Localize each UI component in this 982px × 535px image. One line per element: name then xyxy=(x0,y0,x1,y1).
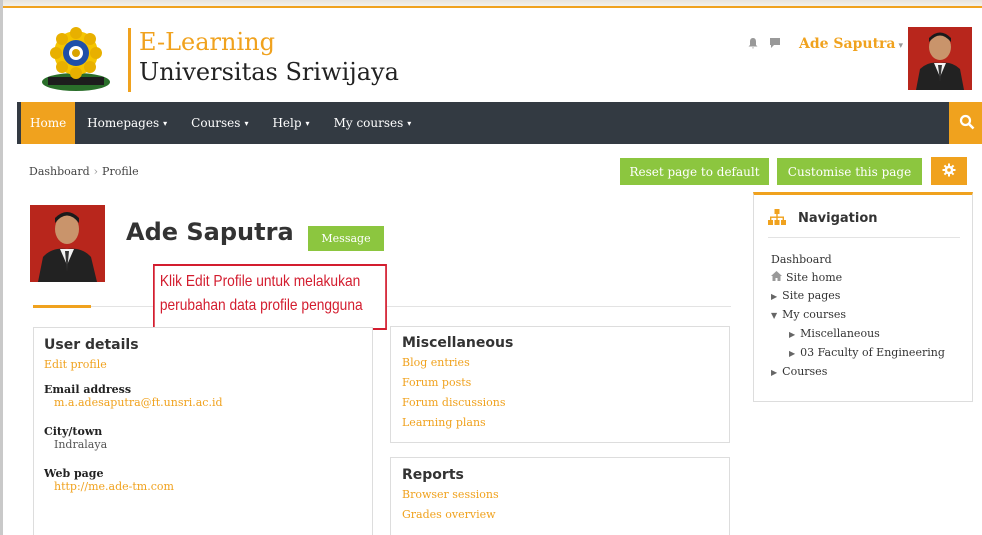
nav-courses[interactable]: Courses ▾ xyxy=(179,102,260,144)
email-value[interactable]: m.a.adesaputra@ft.unsri.ac.id xyxy=(44,396,362,409)
triangle-right-icon: ▶ xyxy=(789,349,796,358)
chevron-down-icon: ▾ xyxy=(305,118,310,128)
blog-entries-link[interactable]: Blog entries xyxy=(402,353,718,373)
nav-tree-miscellaneous-label: Miscellaneous xyxy=(800,327,880,340)
gear-icon xyxy=(942,163,956,180)
nav-tree-dashboard[interactable]: Dashboard xyxy=(771,251,945,269)
nav-home-label: Home xyxy=(30,116,67,130)
reports-title: Reports xyxy=(402,467,464,483)
nav-home[interactable]: Home xyxy=(21,102,76,144)
annotation-callout: Klik Edit Profile untuk melakukan peruba… xyxy=(153,264,387,330)
city-label: City/town xyxy=(44,425,103,438)
edit-profile-link[interactable]: Edit profile xyxy=(44,355,362,375)
chevron-down-icon: ▾ xyxy=(244,118,249,128)
navigation-title: Navigation xyxy=(798,211,878,226)
user-details-title: User details xyxy=(44,337,139,353)
nav-tree-site-pages[interactable]: ▶ Site pages xyxy=(771,287,945,306)
university-logo[interactable] xyxy=(36,27,116,93)
nav-homepages[interactable]: Homepages ▾ xyxy=(75,102,179,144)
triangle-down-icon: ▼ xyxy=(771,311,778,320)
messages-icon[interactable] xyxy=(769,37,781,52)
learning-plans-link[interactable]: Learning plans xyxy=(402,413,718,433)
triangle-right-icon: ▶ xyxy=(771,368,778,377)
breadcrumb-profile: Profile xyxy=(102,165,139,178)
miscellaneous-title: Miscellaneous xyxy=(402,335,514,351)
chevron-down-icon: ▾ xyxy=(163,118,168,128)
brand-line-2: Universitas Sriwijaya xyxy=(139,58,399,86)
navigation-divider xyxy=(768,237,960,238)
user-details-panel: User details Edit profile Email address … xyxy=(33,327,373,535)
navigation-tree: Dashboard Site home ▶ Site pages ▼ My cour… xyxy=(771,251,945,382)
miscellaneous-panel: Miscellaneous Blog entries Forum posts F… xyxy=(390,326,730,443)
nav-help[interactable]: Help ▾ xyxy=(260,102,321,144)
nav-tree-faculty-label: 03 Faculty of Engineering xyxy=(800,346,945,359)
user-menu-caret-icon: ▾ xyxy=(898,41,904,51)
breadcrumb-separator: › xyxy=(93,165,99,178)
nav-tree-faculty[interactable]: ▶ 03 Faculty of Engineering xyxy=(771,344,945,363)
nav-tree-my-courses-label: My courses xyxy=(782,308,847,321)
brand-title[interactable]: E-Learning Universitas Sriwijaya xyxy=(128,28,399,92)
nav-courses-label: Courses xyxy=(191,116,241,130)
callout-line-1: Klik Edit Profile untuk melakukan xyxy=(159,273,361,290)
callout-line-2: perubahan data profile pengguna xyxy=(159,297,363,314)
nav-help-label: Help xyxy=(272,116,302,130)
search-icon xyxy=(959,114,975,133)
navigation-block: Navigation Dashboard Site home ▶ Site pag… xyxy=(753,192,973,402)
reports-panel: Reports Browser sessions Grades overview xyxy=(390,457,730,535)
forum-discussions-link[interactable]: Forum discussions xyxy=(402,393,718,413)
profile-name: Ade Saputra xyxy=(126,218,294,246)
search-button[interactable] xyxy=(949,102,982,144)
nav-tree-my-courses[interactable]: ▼ My courses xyxy=(771,306,945,325)
user-menu-name: Ade Saputra xyxy=(799,36,896,52)
user-avatar[interactable] xyxy=(908,27,972,90)
chevron-down-icon: ▾ xyxy=(407,118,412,128)
sitemap-icon xyxy=(768,209,786,228)
reset-page-button[interactable]: Reset page to default xyxy=(620,158,769,185)
customise-page-button[interactable]: Customise this page xyxy=(777,158,922,185)
brand-line-1: E-Learning xyxy=(139,28,275,56)
page-frame: E-Learning Universitas Sriwijaya Ade Sap… xyxy=(0,0,982,535)
profile-avatar xyxy=(30,205,105,282)
web-page-value[interactable]: http://me.ade-tm.com xyxy=(44,480,362,493)
top-strip xyxy=(3,0,982,8)
nav-tree-miscellaneous[interactable]: ▶ Miscellaneous xyxy=(771,325,945,344)
nav-my-courses-label: My courses xyxy=(333,116,404,130)
nav-homepages-label: Homepages xyxy=(87,116,160,130)
nav-tree-courses[interactable]: ▶ Courses xyxy=(771,363,945,382)
grades-overview-link[interactable]: Grades overview xyxy=(402,505,718,525)
triangle-right-icon: ▶ xyxy=(771,292,778,301)
breadcrumb-dashboard[interactable]: Dashboard xyxy=(29,165,90,178)
email-label: Email address xyxy=(44,383,132,396)
home-icon xyxy=(771,271,786,284)
user-menu[interactable]: Ade Saputra ▾ xyxy=(799,36,903,52)
main-navbar: Home Homepages ▾ Courses ▾ Help ▾ My course… xyxy=(17,102,982,144)
nav-tree-site-home-label: Site home xyxy=(786,271,843,284)
forum-posts-link[interactable]: Forum posts xyxy=(402,373,718,393)
browser-sessions-link[interactable]: Browser sessions xyxy=(402,485,718,505)
notifications-icon[interactable] xyxy=(747,37,759,52)
block-settings-button[interactable] xyxy=(931,157,967,185)
navigation-header: Navigation xyxy=(768,209,878,228)
nav-tree-courses-label: Courses xyxy=(782,365,828,378)
header-icons xyxy=(747,37,781,52)
nav-tree-site-pages-label: Site pages xyxy=(782,289,841,302)
breadcrumb: Dashboard › Profile xyxy=(29,165,139,178)
triangle-right-icon: ▶ xyxy=(789,330,796,339)
message-button[interactable]: Message xyxy=(308,226,384,251)
nav-my-courses[interactable]: My courses ▾ xyxy=(322,102,424,144)
web-page-label: Web page xyxy=(44,467,104,480)
nav-tree-site-home[interactable]: Site home xyxy=(771,269,945,287)
profile-divider-accent xyxy=(33,305,91,308)
city-value: Indralaya xyxy=(54,438,108,451)
